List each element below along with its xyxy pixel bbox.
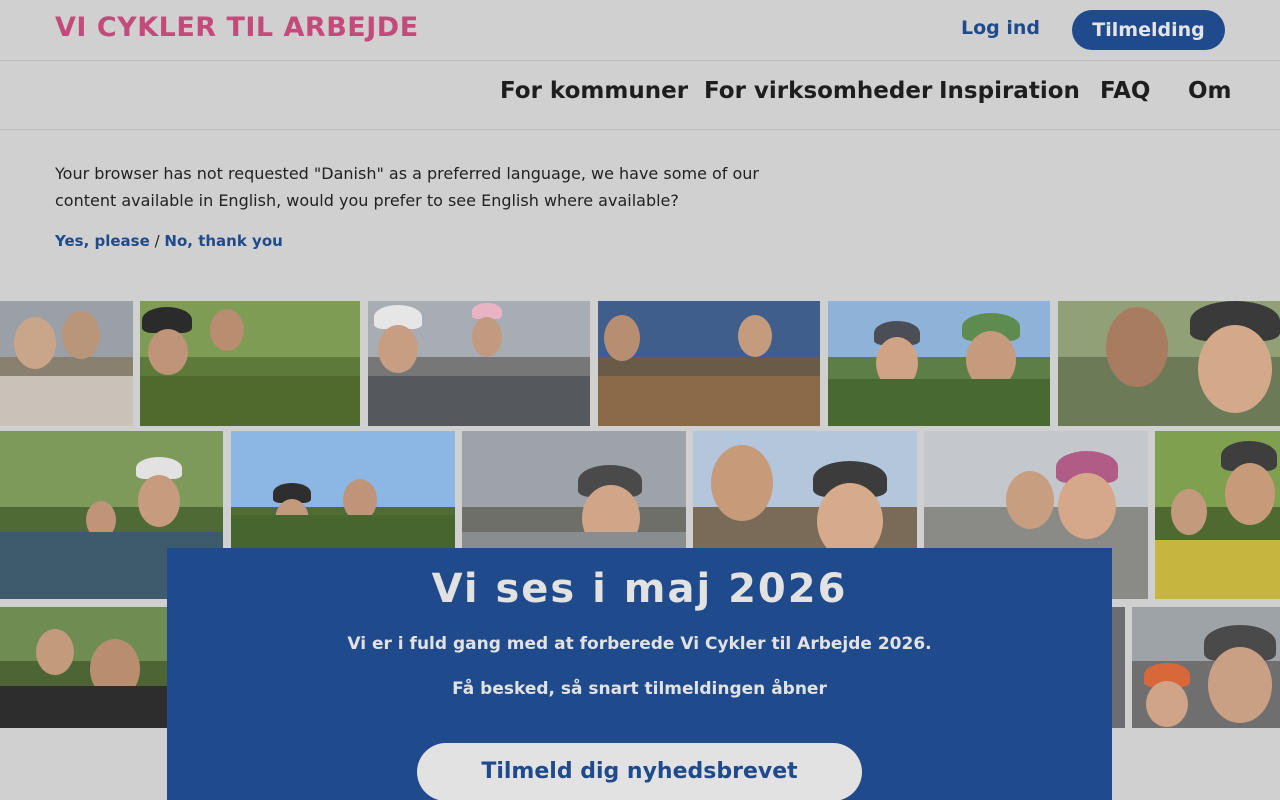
english-yes-link[interactable]: Yes, please: [55, 232, 150, 250]
signup-button[interactable]: Tilmelding: [1072, 10, 1225, 50]
collage-photo: [1155, 431, 1280, 599]
nav-item-inspiration[interactable]: Inspiration: [939, 78, 1080, 104]
collage-photo: [1058, 301, 1280, 426]
collage-photo: [0, 607, 167, 728]
language-notice-text: Your browser has not requested "Danish" …: [55, 164, 760, 210]
nav-item-for-kommuner[interactable]: For kommuner: [500, 78, 688, 104]
collage-photo: [368, 301, 590, 426]
promo-notice: Få besked, så snart tilmeldingen åbner: [452, 679, 827, 699]
nav-item-for-virksomheder[interactable]: For virksomheder: [704, 78, 932, 104]
nav-item-om[interactable]: Om: [1188, 78, 1232, 104]
top-bar: VI CYKLER TIL ARBEJDE Log ind Tilmelding: [0, 0, 1280, 61]
collage-photo: [598, 301, 820, 426]
english-no-link[interactable]: No, thank you: [164, 232, 282, 250]
main-nav: For kommuner For virksomheder Inspiratio…: [0, 61, 1280, 130]
collage-photo: [1132, 607, 1280, 728]
nav-item-faq[interactable]: FAQ: [1100, 78, 1150, 104]
language-notice-actions: Yes, please / No, thank you: [55, 232, 283, 250]
language-separator: /: [154, 232, 160, 250]
collage-photo: [1112, 607, 1125, 728]
collage-photo: [0, 301, 133, 426]
login-link[interactable]: Log ind: [961, 17, 1040, 39]
collage-photo: [140, 301, 360, 426]
promo-description: Vi er i fuld gang med at forberede Vi Cy…: [347, 634, 932, 654]
site-logo[interactable]: VI CYKLER TIL ARBEJDE: [55, 12, 419, 43]
promo-box: Vi ses i maj 2026 Vi er i fuld gang med …: [167, 548, 1112, 800]
newsletter-signup-button[interactable]: Tilmeld dig nyhedsbrevet: [417, 743, 862, 800]
collage-photo: [828, 301, 1050, 426]
promo-title: Vi ses i maj 2026: [431, 566, 848, 612]
